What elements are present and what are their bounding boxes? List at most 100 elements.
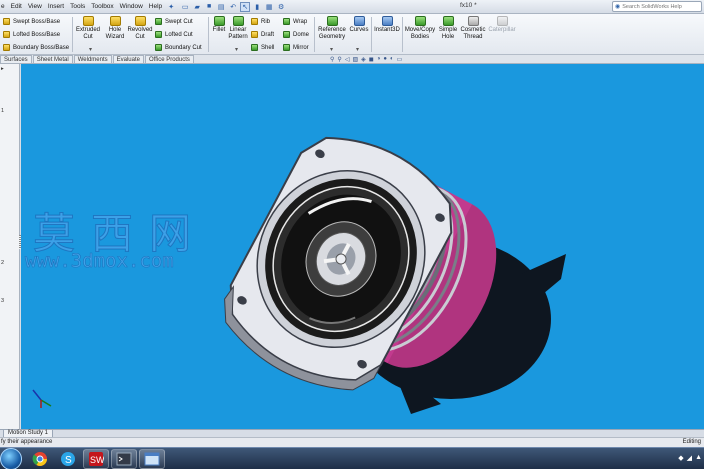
fillet-button[interactable]: Fillet [211, 16, 227, 34]
instant3d-button[interactable]: Instant3D [373, 16, 401, 34]
dropdown-arrow[interactable]: ▾ [330, 46, 333, 53]
extruded-cut-button[interactable]: Extruded Cut [75, 16, 101, 41]
menu-file[interactable]: e [0, 3, 8, 10]
view-orientation-icon[interactable]: ◈ [361, 56, 366, 63]
previous-view-icon[interactable]: ◁ [345, 56, 350, 63]
taskbar-terminal-icon[interactable] [111, 449, 137, 469]
zoom-area-icon[interactable]: ⚲ [337, 56, 341, 63]
menu-help[interactable]: Help [146, 3, 165, 10]
cosmetic-thread-button[interactable]: Cosmetic Thread [459, 16, 487, 41]
dropdown-arrow[interactable]: ▾ [235, 46, 238, 53]
edit-appearance-icon[interactable]: ● [383, 56, 387, 63]
caterpillar-button[interactable]: Caterpillar [488, 16, 516, 34]
dropdown-arrow[interactable]: ▾ [89, 46, 92, 53]
display-style-icon[interactable]: ◼ [369, 56, 374, 63]
boundary-cut-icon [155, 44, 162, 51]
taskbar-explorer-icon[interactable] [139, 449, 165, 469]
menu-tools[interactable]: Tools [67, 3, 88, 10]
revolved-cut-button[interactable]: Revolved Cut [127, 16, 153, 41]
section-view-icon[interactable]: ▧ [352, 56, 358, 63]
select-icon[interactable]: ↖ [240, 1, 251, 12]
print-icon[interactable]: ▤ [216, 2, 226, 12]
reference-triad [32, 389, 52, 408]
taskbar-solidworks-icon[interactable]: SW [83, 449, 109, 469]
graphics-area[interactable]: 莫西网 www.3dmox.com [21, 64, 704, 429]
options-icon[interactable]: ⚙ [276, 2, 286, 12]
dome-button[interactable]: Dome [283, 29, 309, 40]
search-box[interactable]: ◉ [612, 1, 702, 12]
ribbon-separator [314, 17, 315, 52]
apply-scene-icon[interactable]: ◐ [390, 56, 394, 63]
dropdown-arrow[interactable]: ▾ [356, 46, 359, 53]
panel-toggle-icon[interactable]: ▸ [1, 66, 4, 72]
simple-hole-button[interactable]: Simple Hole [438, 16, 458, 41]
search-input[interactable] [622, 3, 697, 10]
undo-icon[interactable]: ↶ [228, 2, 238, 12]
start-button[interactable] [0, 448, 22, 469]
hide-show-icon[interactable]: ◑ [377, 56, 381, 63]
save-icon[interactable]: ■ [204, 2, 214, 12]
file-properties-icon[interactable]: ▦ [264, 2, 274, 12]
menu-window[interactable]: Window [117, 3, 146, 10]
document-title: fx10 * [460, 2, 477, 9]
instant3d-icon [381, 16, 393, 26]
reference-geometry-button[interactable]: Reference Geometry [316, 16, 348, 41]
tab-evaluate[interactable]: Evaluate [112, 55, 144, 63]
cosmetic-thread-icon [467, 16, 479, 26]
move-copy-bodies-button[interactable]: Move/Copy Bodies [404, 16, 436, 41]
tab-sheet-metal[interactable]: Sheet Metal [32, 55, 73, 63]
tab-weldments[interactable]: Weldments [73, 55, 112, 63]
rib-button[interactable]: Rib [251, 16, 270, 27]
caterpillar-label: Caterpillar [488, 27, 516, 33]
pin-icon[interactable]: ✦ [166, 2, 176, 12]
svg-text:S: S [65, 455, 72, 466]
tab-surfaces[interactable]: Surfaces [0, 55, 32, 63]
open-icon[interactable]: ▰ [192, 2, 202, 12]
boundary-boss-button[interactable]: Boundary Boss/Base [3, 42, 69, 53]
swept-cut-button[interactable]: Swept Cut [155, 16, 193, 27]
wrap-button[interactable]: Wrap [283, 16, 307, 27]
mirror-label: Mirror [293, 44, 309, 51]
view-settings-icon[interactable]: ▭ [397, 56, 403, 63]
ribbon-separator [208, 17, 209, 52]
status-message: fy their appearance [1, 439, 53, 445]
shell-icon [251, 44, 258, 51]
taskbar-skype-icon[interactable]: S [55, 449, 81, 469]
boundary-cut-button[interactable]: Boundary Cut [155, 42, 202, 53]
curves-button[interactable]: Curves [348, 16, 370, 34]
linear-pattern-button[interactable]: Linear Pattern [227, 16, 249, 41]
network-icon[interactable]: ▲ [695, 454, 702, 462]
curves-icon [353, 16, 365, 26]
language-icon[interactable]: ◆ [678, 454, 683, 462]
ruler-label: 2 [1, 260, 5, 266]
menu-edit[interactable]: Edit [8, 3, 25, 10]
quick-access-toolbar: ▭ ▰ ■ ▤ ↶ ↖ ▮ ▦ ⚙ [179, 1, 287, 12]
lofted-cut-icon [155, 31, 162, 38]
swept-boss-label: Swept Boss/Base [13, 18, 61, 25]
ribbon-separator [72, 17, 73, 52]
lofted-boss-button[interactable]: Lofted Boss/Base [3, 29, 60, 40]
search-icon: ◉ [615, 4, 621, 10]
swept-boss-button[interactable]: Swept Boss/Base [3, 16, 60, 27]
boundary-boss-icon [3, 44, 10, 51]
volume-icon[interactable]: ◢ [687, 454, 692, 462]
skype-icon: S [61, 452, 75, 466]
menu-toolbox[interactable]: Toolbox [88, 3, 116, 10]
lofted-cut-button[interactable]: Lofted Cut [155, 29, 193, 40]
curves-label: Curves [349, 27, 369, 33]
tab-office-products[interactable]: Office Products [144, 55, 194, 63]
feature-manager-panel[interactable]: ▸ 1 2 3 [0, 64, 20, 429]
shell-button[interactable]: Shell [251, 42, 274, 53]
taskbar-chrome-icon[interactable] [27, 449, 53, 469]
menu-view[interactable]: View [25, 3, 45, 10]
draft-button[interactable]: Draft [251, 29, 274, 40]
fillet-label: Fillet [212, 27, 226, 33]
rebuild-icon[interactable]: ▮ [252, 2, 262, 12]
revolved-cut-icon [134, 16, 146, 26]
new-icon[interactable]: ▭ [180, 2, 190, 12]
watermark-url: www.3dmox.com [25, 250, 174, 273]
menu-insert[interactable]: Insert [45, 3, 67, 10]
hole-wizard-button[interactable]: Hole Wizard [103, 16, 127, 41]
zoom-to-fit-icon[interactable]: ⚲ [330, 56, 334, 63]
mirror-button[interactable]: Mirror [283, 42, 309, 53]
